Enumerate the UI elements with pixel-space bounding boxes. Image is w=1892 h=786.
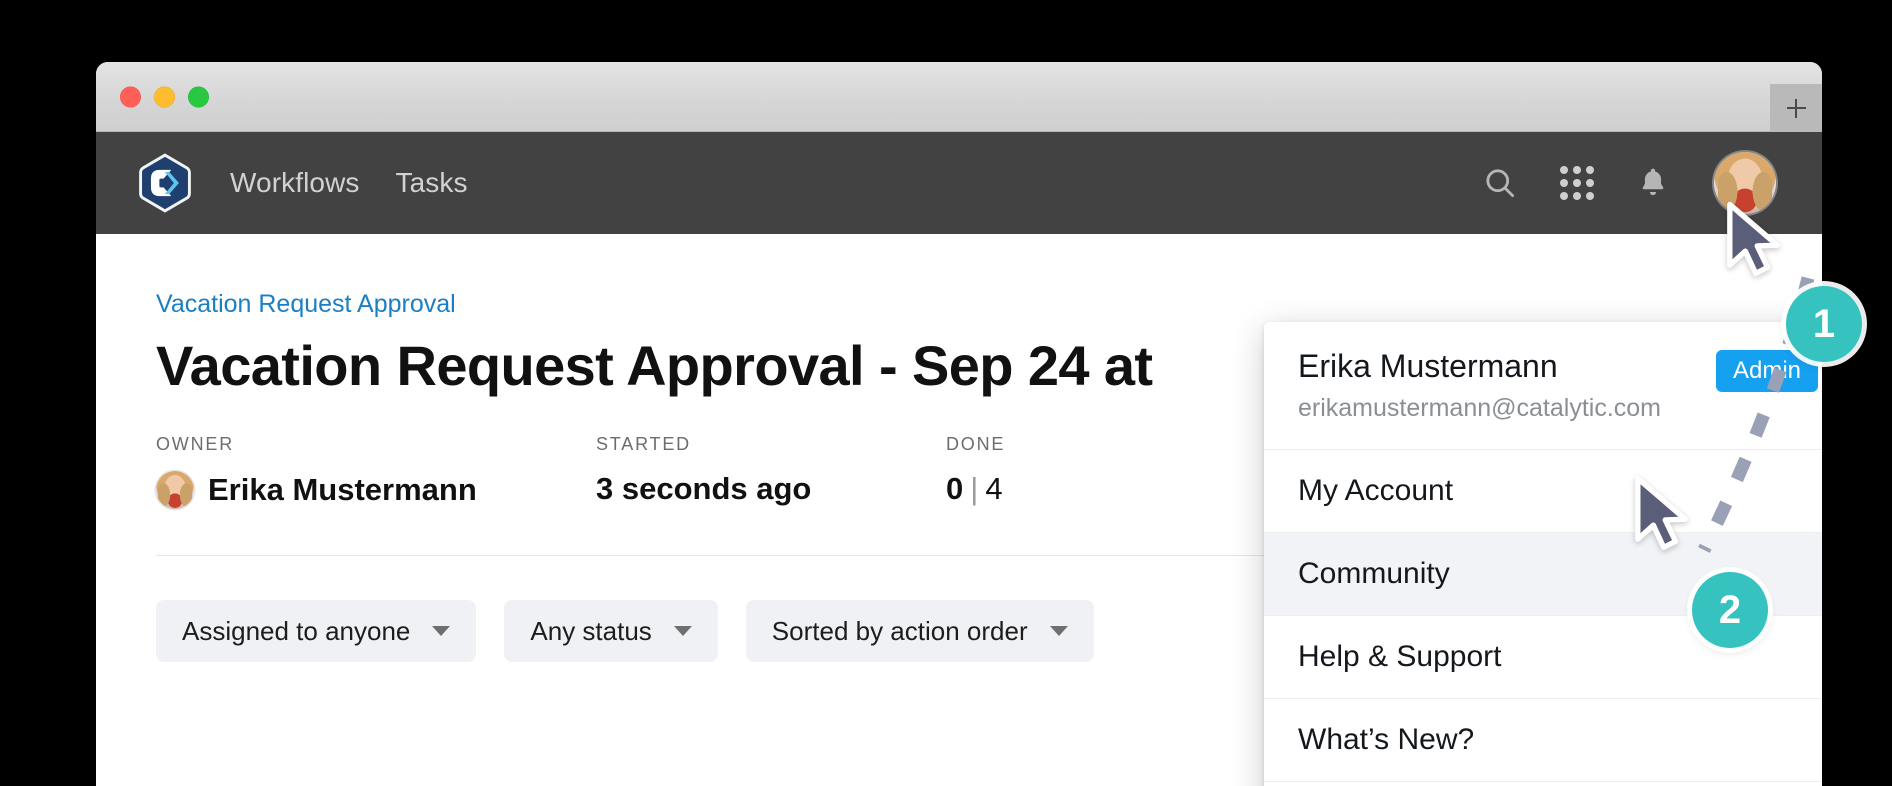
catalytic-logo[interactable] bbox=[134, 152, 196, 214]
metadata-value-owner: Erika Mustermann bbox=[156, 471, 596, 509]
traffic-light-buttons bbox=[120, 86, 209, 107]
owner-name: Erika Mustermann bbox=[208, 472, 477, 507]
menu-item-privacy[interactable]: Privacy bbox=[1264, 782, 1822, 786]
primary-nav-links: Workflows Tasks bbox=[230, 167, 468, 199]
filter-status-label: Any status bbox=[530, 615, 652, 646]
window-titlebar bbox=[96, 62, 1822, 132]
avatar-photo bbox=[1714, 152, 1776, 214]
chevron-down-icon bbox=[432, 626, 451, 636]
dropdown-user-header: Erika Mustermann erikamustermann@catalyt… bbox=[1264, 322, 1822, 450]
screenshot-stage: Workflows Tasks Vacation Request Approva… bbox=[0, 0, 1892, 786]
metadata-value-done: 0 | 4 bbox=[946, 471, 1005, 507]
done-count: 0 bbox=[946, 471, 964, 506]
new-tab-button[interactable] bbox=[1770, 84, 1822, 132]
metadata-done: DONE 0 | 4 bbox=[946, 434, 1005, 507]
done-total: 4 bbox=[985, 471, 1003, 506]
browser-window: Workflows Tasks Vacation Request Approva… bbox=[96, 62, 1822, 786]
filter-assigned-to-label: Assigned to anyone bbox=[182, 615, 411, 646]
breadcrumb[interactable]: Vacation Request Approval bbox=[156, 290, 456, 319]
done-separator: | bbox=[970, 471, 979, 506]
menu-item-whats-new[interactable]: What’s New? bbox=[1264, 699, 1822, 782]
metadata-owner: OWNER Erika Mustermann bbox=[156, 434, 596, 509]
search-icon[interactable] bbox=[1482, 165, 1518, 201]
owner-avatar bbox=[156, 471, 194, 509]
nav-link-workflows[interactable]: Workflows bbox=[230, 167, 360, 199]
menu-item-my-account[interactable]: My Account bbox=[1264, 450, 1822, 533]
chevron-down-icon bbox=[673, 626, 692, 636]
apps-grid-icon[interactable] bbox=[1560, 166, 1594, 200]
notifications-bell-icon[interactable] bbox=[1636, 165, 1672, 201]
minimize-window-button[interactable] bbox=[154, 86, 175, 107]
close-window-button[interactable] bbox=[120, 86, 141, 107]
nav-right-actions bbox=[1482, 152, 1822, 214]
filter-assigned-to[interactable]: Assigned to anyone bbox=[156, 600, 477, 662]
admin-role-badge: Admin bbox=[1715, 350, 1818, 392]
dropdown-user-email: erikamustermann@catalytic.com bbox=[1298, 394, 1661, 422]
user-account-dropdown: Erika Mustermann erikamustermann@catalyt… bbox=[1264, 322, 1822, 786]
avatar-photo bbox=[156, 471, 194, 509]
app-navigation-bar: Workflows Tasks bbox=[96, 132, 1822, 234]
plus-icon bbox=[1786, 98, 1806, 118]
menu-item-help-support[interactable]: Help & Support bbox=[1264, 616, 1822, 699]
zoom-window-button[interactable] bbox=[188, 86, 209, 107]
metadata-label-started: STARTED bbox=[596, 434, 691, 454]
filter-sort-order[interactable]: Sorted by action order bbox=[745, 600, 1094, 662]
metadata-label-done: DONE bbox=[946, 434, 1006, 454]
nav-link-tasks[interactable]: Tasks bbox=[396, 167, 468, 199]
filter-status[interactable]: Any status bbox=[504, 600, 718, 662]
metadata-label-owner: OWNER bbox=[156, 434, 234, 454]
user-avatar-button[interactable] bbox=[1714, 152, 1776, 214]
metadata-value-started: 3 seconds ago bbox=[596, 471, 812, 506]
menu-item-community[interactable]: Community bbox=[1264, 533, 1822, 616]
metadata-started: STARTED 3 seconds ago bbox=[596, 434, 946, 507]
filter-sort-order-label: Sorted by action order bbox=[771, 615, 1028, 646]
chevron-down-icon bbox=[1049, 626, 1068, 636]
